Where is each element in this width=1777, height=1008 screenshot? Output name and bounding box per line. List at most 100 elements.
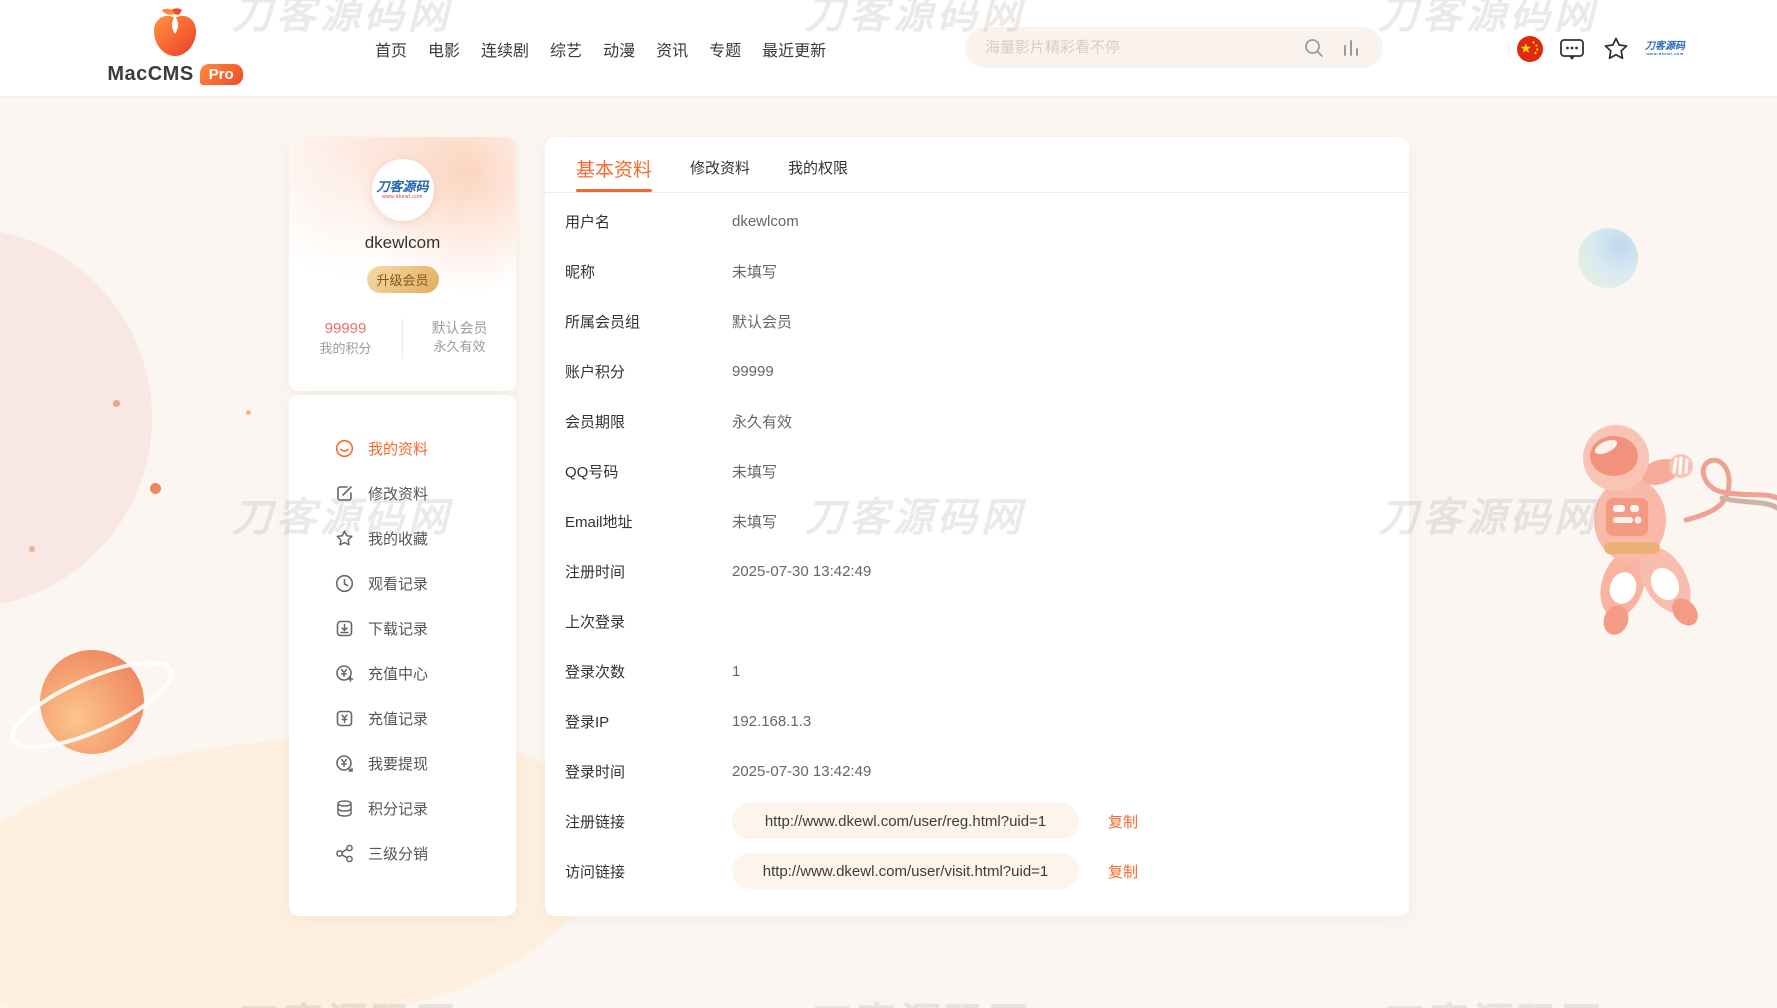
china-flag-icon <box>1516 35 1544 63</box>
visit-link-field[interactable]: http://www.dkewl.com/user/visit.html?uid… <box>732 853 1079 889</box>
group-validity: 永久有效 <box>403 338 516 357</box>
sidebar-item-download-history[interactable]: 下载记录 <box>289 606 516 651</box>
star-icon <box>335 529 354 548</box>
detail-row-email: Email地址 未填写 <box>565 496 1409 546</box>
points-label: 我的积分 <box>289 340 402 359</box>
pale-circle-decoration <box>0 228 152 608</box>
nav-item-home[interactable]: 首页 <box>375 37 407 61</box>
sidebar-item-label: 充值记录 <box>368 708 428 729</box>
sidebar-item-my-profile[interactable]: 我的资料 <box>289 426 516 471</box>
dot-decoration <box>246 410 251 415</box>
main-nav: 首页 电影 连续剧 综艺 动漫 资讯 专题 最近更新 <box>375 0 826 97</box>
sidebar-item-label: 我要提现 <box>368 753 428 774</box>
brand-name: MacCMS <box>107 63 193 86</box>
points-stat: 99999 我的积分 <box>289 318 403 359</box>
nav-item-movies[interactable]: 电影 <box>428 37 460 61</box>
yen-square-icon <box>335 709 354 728</box>
tab-bar: 基本资料 修改资料 我的权限 <box>545 137 1409 193</box>
sidebar-item-label: 充值中心 <box>368 663 428 684</box>
group-name: 默认会员 <box>403 318 516 338</box>
search-input[interactable] <box>965 39 1303 56</box>
search-bar <box>965 27 1383 68</box>
group-stat: 默认会员 永久有效 <box>403 318 516 359</box>
register-link-field[interactable]: http://www.dkewl.com/user/reg.html?uid=1 <box>732 803 1079 839</box>
mini-logo-text: 刀客源码 <box>1645 41 1685 52</box>
sidebar-item-edit-profile[interactable]: 修改资料 <box>289 471 516 516</box>
detail-row-login-time: 登录时间 2025-07-30 13:42:49 <box>565 746 1409 796</box>
avatar: 刀客源码 www.dkewl.com <box>372 159 434 221</box>
watermark: 刀客源码网 <box>232 990 452 1008</box>
nav-item-anime[interactable]: 动漫 <box>603 37 635 61</box>
sidebar-item-label: 修改资料 <box>368 483 428 504</box>
yen-plus-icon <box>335 664 354 683</box>
tab-basic-info[interactable]: 基本资料 <box>576 155 652 192</box>
detail-row-qq: QQ号码 未填写 <box>565 446 1409 496</box>
nav-item-topics[interactable]: 专题 <box>709 37 741 61</box>
messages-button[interactable] <box>1558 0 1586 97</box>
sidebar-item-label: 我的资料 <box>368 438 428 459</box>
detail-row-register-link: 注册链接 http://www.dkewl.com/user/reg.html?… <box>565 796 1409 846</box>
dot-decoration <box>29 546 35 552</box>
avatar-logo-url: www.dkewl.com <box>382 194 423 200</box>
detail-row-username: 用户名 dkewlcom <box>565 196 1409 246</box>
ranking-bars-icon[interactable] <box>1341 38 1361 58</box>
detail-row-member-term: 会员期限 永久有效 <box>565 396 1409 446</box>
upgrade-member-button[interactable]: 升级会员 <box>367 266 439 293</box>
detail-row-last-login: 上次登录 <box>565 596 1409 646</box>
dot-decoration <box>150 483 161 494</box>
top-navbar: MacCMS Pro 首页 电影 连续剧 综艺 动漫 资讯 专题 最近更新 <box>0 0 1777 97</box>
favorites-button[interactable] <box>1602 0 1630 97</box>
database-icon <box>335 799 354 818</box>
watermark: 刀客源码网 <box>1378 990 1598 1008</box>
sidebar-menu: 我的资料 修改资料 我的收藏 观看记录 <box>289 395 516 916</box>
dot-decoration <box>113 400 120 407</box>
sidebar-item-label: 我的收藏 <box>368 528 428 549</box>
saturn-planet-decoration <box>0 635 195 780</box>
sidebar-item-recharge-center[interactable]: 充值中心 <box>289 651 516 696</box>
search-icon[interactable] <box>1303 37 1325 59</box>
clock-icon <box>335 574 354 593</box>
smiley-icon <box>335 439 354 458</box>
edit-icon <box>335 484 354 503</box>
site-logo[interactable]: MacCMS Pro <box>100 4 250 86</box>
copy-visit-link-button[interactable]: 复制 <box>1108 861 1138 882</box>
apple-logo-icon <box>149 4 201 60</box>
site-logo-mini[interactable]: 刀客源码 www.dkewl.com <box>1645 0 1685 97</box>
sidebar-item-watch-history[interactable]: 观看记录 <box>289 561 516 606</box>
withdraw-icon <box>335 754 354 773</box>
blue-planet-decoration <box>1578 228 1638 288</box>
detail-row-nickname: 昵称 未填写 <box>565 246 1409 296</box>
sidebar-item-withdraw[interactable]: 我要提现 <box>289 741 516 786</box>
pro-badge: Pro <box>200 64 243 85</box>
avatar-logo-text: 刀客源码 <box>376 180 428 194</box>
copy-register-link-button[interactable]: 复制 <box>1108 811 1138 832</box>
nav-item-recent-updates[interactable]: 最近更新 <box>762 37 826 61</box>
share-icon <box>335 844 354 863</box>
tab-edit-profile[interactable]: 修改资料 <box>690 157 750 192</box>
watermark: 刀客源码网 <box>1378 485 1598 543</box>
detail-row-login-ip: 登录IP 192.168.1.3 <box>565 696 1409 746</box>
username: dkewlcom <box>289 233 516 253</box>
sidebar-item-recharge-history[interactable]: 充值记录 <box>289 696 516 741</box>
sidebar-item-affiliate[interactable]: 三级分销 <box>289 831 516 876</box>
detail-rows: 用户名 dkewlcom 昵称 未填写 所属会员组 默认会员 账户积分 9999… <box>545 193 1409 896</box>
nav-item-series[interactable]: 连续剧 <box>481 37 529 61</box>
watermark: 刀客源码网 <box>805 990 1025 1008</box>
detail-row-account-points: 账户积分 99999 <box>565 346 1409 396</box>
nav-item-variety[interactable]: 综艺 <box>550 37 582 61</box>
sidebar-item-my-favorites[interactable]: 我的收藏 <box>289 516 516 561</box>
tab-my-permissions[interactable]: 我的权限 <box>788 157 848 192</box>
profile-card: 刀客源码 www.dkewl.com dkewlcom 升级会员 99999 我… <box>289 137 516 391</box>
points-value: 99999 <box>289 318 402 340</box>
language-flag-button[interactable] <box>1516 0 1544 97</box>
detail-row-member-group: 所属会员组 默认会员 <box>565 296 1409 346</box>
sidebar-item-points-history[interactable]: 积分记录 <box>289 786 516 831</box>
mini-logo-subtext: www.dkewl.com <box>1645 52 1685 56</box>
nav-item-news[interactable]: 资讯 <box>656 37 688 61</box>
detail-row-register-time: 注册时间 2025-07-30 13:42:49 <box>565 546 1409 596</box>
profile-detail-panel: 基本资料 修改资料 我的权限 用户名 dkewlcom 昵称 未填写 所属会员组… <box>545 137 1409 916</box>
message-icon <box>1558 35 1586 63</box>
detail-row-login-count: 登录次数 1 <box>565 646 1409 696</box>
page: 刀客源码网 刀客源码网 刀客源码网 刀客源码网 刀客源码网 刀客源码网 刀客源码… <box>0 0 1777 1008</box>
detail-row-visit-link: 访问链接 http://www.dkewl.com/user/visit.htm… <box>565 846 1409 896</box>
